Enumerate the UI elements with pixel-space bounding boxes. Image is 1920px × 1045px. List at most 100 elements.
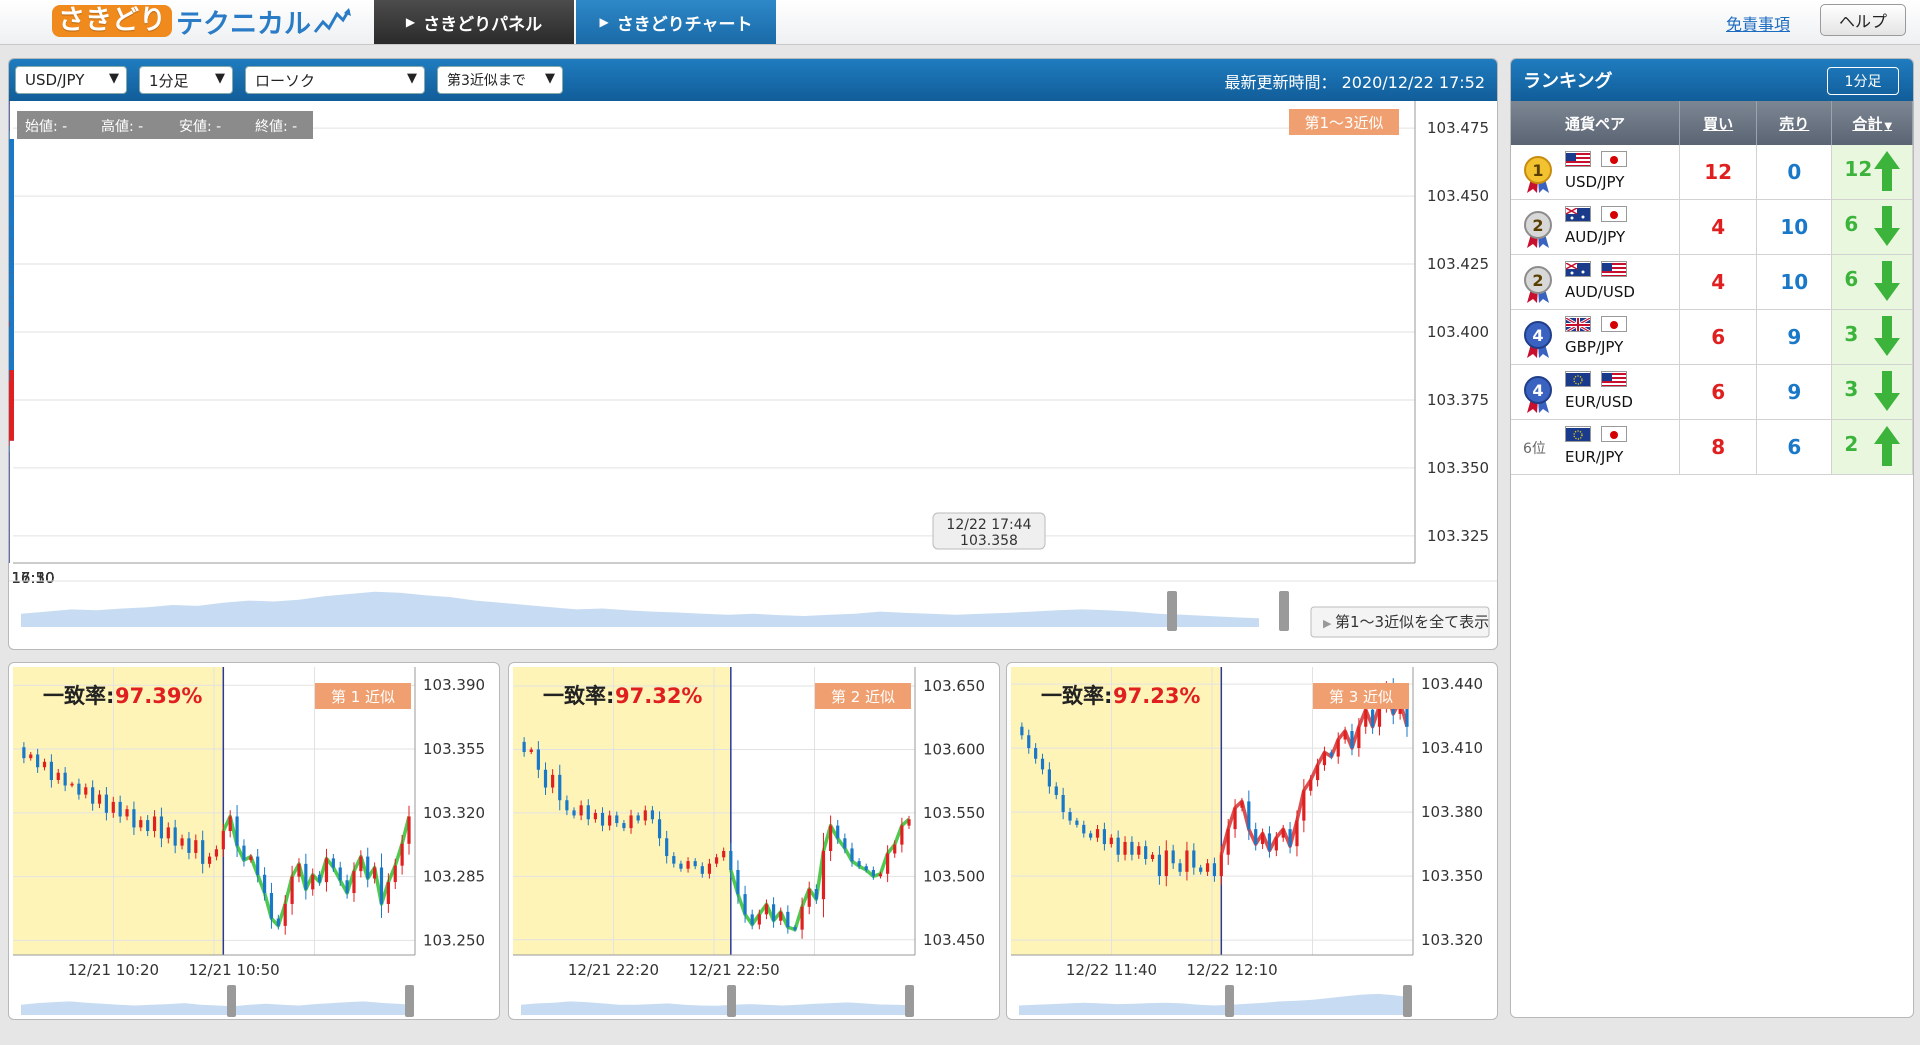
candle-body bbox=[829, 825, 833, 851]
cell-pair: 2 AUD/JPY bbox=[1511, 199, 1681, 255]
logo[interactable]: さきどり テクニカル bbox=[52, 4, 353, 40]
y-tick-label: 103.350 bbox=[1421, 867, 1483, 885]
ranking-title: ランキング bbox=[1523, 71, 1613, 92]
candle-body bbox=[42, 761, 47, 768]
pattern-window-shading bbox=[513, 667, 731, 955]
help-button[interactable]: ヘルプ bbox=[1820, 4, 1906, 36]
candle-body bbox=[1240, 801, 1244, 808]
cell-buy: 12 bbox=[1679, 145, 1758, 200]
candle-body bbox=[1199, 867, 1203, 872]
candle-body bbox=[1295, 820, 1299, 847]
candle-body bbox=[9, 413, 14, 425]
approx-chart-1-overview[interactable] bbox=[21, 985, 414, 1017]
candle-body bbox=[771, 904, 776, 921]
candle-body bbox=[1150, 854, 1155, 859]
disclaimer-link[interactable]: 免責事項 bbox=[1726, 11, 1790, 35]
timeframe-select[interactable]: 1分足 ▼ bbox=[139, 66, 233, 94]
ranking-timeframe-button[interactable]: 1分足 bbox=[1827, 67, 1899, 95]
candle-body bbox=[1116, 837, 1120, 855]
pair-select-value: USD/JPY bbox=[25, 71, 85, 89]
candle-body bbox=[636, 815, 640, 821]
pair-flags bbox=[1565, 426, 1627, 442]
match-rate-3: 一致率: 97.23% bbox=[1041, 684, 1200, 708]
candle-body bbox=[1061, 795, 1065, 813]
chart-type-select-value: ローソク bbox=[255, 71, 316, 90]
flag-au-icon bbox=[1565, 206, 1591, 222]
candle-body bbox=[139, 820, 143, 828]
nav-sakidori-panel[interactable]: ▶ さきどりパネル bbox=[374, 0, 574, 44]
candle-body bbox=[1020, 726, 1024, 736]
approx-chart-3-overview[interactable] bbox=[1019, 985, 1412, 1017]
col-header-buy[interactable]: 買い bbox=[1679, 101, 1758, 145]
candle-body bbox=[1054, 786, 1058, 795]
col-header-total-label: 合計 bbox=[1852, 114, 1883, 133]
approx-chart-2[interactable]: 一致率: 97.32% 第 2 近似 103.650 103.600 103.550… bbox=[509, 663, 999, 1019]
ranking-row[interactable]: 2 AUD/JPY 4 10 6 bbox=[1511, 199, 1913, 255]
ranking-row[interactable]: 4 GBP/JPY 6 9 3 bbox=[1511, 309, 1913, 365]
candle-body bbox=[111, 801, 115, 813]
price-tooltip: 12/22 17:44 103.358 bbox=[932, 512, 1046, 550]
ranking-row[interactable]: 6位 EUR/JPY 8 6 2 bbox=[1511, 419, 1913, 475]
y-tick-label: 103.355 bbox=[423, 740, 485, 758]
approx-select[interactable]: 第3近似まで ▼ bbox=[437, 66, 563, 94]
approx-chart-3[interactable]: 一致率: 97.23% 第 3 近似 103.440 103.410 103.380… bbox=[1007, 663, 1497, 1019]
chart-type-select[interactable]: ローソク ▼ bbox=[245, 66, 425, 94]
candle-body bbox=[132, 809, 136, 828]
ohlc-box: 始値: - 高値: - 安値: - 終値: - bbox=[17, 111, 313, 139]
match-rate-value: 97.23% bbox=[1113, 684, 1200, 708]
candle-body bbox=[551, 774, 555, 788]
y-tick-label: 103.450 bbox=[1427, 187, 1489, 205]
candle-body bbox=[63, 772, 67, 786]
candle-body bbox=[152, 816, 157, 832]
x-tick-label: 12/22 17:30 bbox=[9, 569, 55, 587]
approx-chart-1[interactable]: 一致率: 97.39% 第 1 近似 103.390 103.355 103.320… bbox=[9, 663, 499, 1019]
overview-handle-left bbox=[1225, 985, 1234, 1017]
tooltip-price: 103.358 bbox=[960, 533, 1018, 549]
candle-body bbox=[29, 754, 33, 759]
candle-body bbox=[1288, 829, 1292, 847]
pair-name: EUR/USD bbox=[1565, 393, 1633, 411]
ranking-row[interactable]: 2 AUD/USD 4 10 6 bbox=[1511, 254, 1913, 310]
candle-body bbox=[180, 838, 184, 846]
cell-pair: 4 EUR/USD bbox=[1511, 364, 1681, 420]
candle-body bbox=[187, 838, 191, 853]
ranking-header: ランキング 1分足 bbox=[1511, 59, 1913, 101]
approx-chart-1-background bbox=[13, 667, 415, 955]
candle-body bbox=[290, 876, 294, 904]
col-header-sell[interactable]: 売り bbox=[1756, 101, 1833, 145]
ranking-row[interactable]: 4 EUR/USD 6 9 3 bbox=[1511, 364, 1913, 420]
y-tick-label: 103.550 bbox=[923, 804, 985, 822]
approx-chart-2-overview[interactable] bbox=[521, 985, 914, 1017]
candle-body bbox=[878, 873, 883, 877]
flag-us-icon bbox=[1565, 151, 1591, 167]
candle-body bbox=[1281, 829, 1285, 838]
nav-sakidori-chart[interactable]: ▶ さきどりチャート bbox=[576, 0, 776, 44]
candle-body bbox=[1309, 780, 1313, 791]
candle-body bbox=[1343, 731, 1347, 740]
top-bar: さきどり テクニカル ▶ さきどりパネル ▶ さきどりチャート 免責事項 ヘルプ bbox=[0, 0, 1920, 45]
candle-body bbox=[276, 918, 280, 926]
total-value: 6 bbox=[1844, 212, 1859, 236]
pair-select[interactable]: USD/JPY ▼ bbox=[15, 66, 127, 94]
pair-name: AUD/USD bbox=[1565, 283, 1635, 301]
candle-body bbox=[70, 783, 74, 786]
rank-medal-icon: 2 bbox=[1524, 211, 1552, 248]
candle-body bbox=[1130, 841, 1134, 855]
range-badge-label: 第1〜3近似 bbox=[1304, 114, 1383, 132]
overview-handle-left bbox=[227, 985, 236, 1017]
candle-body bbox=[379, 867, 384, 904]
main-overview-navigator[interactable] bbox=[9, 580, 1497, 631]
col-header-total[interactable]: 合計 ▼ bbox=[1831, 101, 1913, 145]
show-all-button[interactable]: ▶ 第1〜3近似を全て表示 bbox=[1310, 606, 1490, 638]
candle-body bbox=[615, 815, 619, 824]
candle-body bbox=[345, 880, 349, 894]
candle-body bbox=[9, 139, 14, 175]
x-tick-label: 12/21 22:20 bbox=[568, 961, 659, 979]
main-chart[interactable]: 103.475 103.450 103.425 103.400 103.375 103.3… bbox=[9, 101, 1497, 649]
total-value: 12 bbox=[1844, 157, 1873, 181]
ranking-row[interactable]: 1 USD/JPY 12 0 12 bbox=[1511, 145, 1913, 200]
candle-body bbox=[283, 903, 287, 926]
chevron-down-icon: ▼ bbox=[545, 71, 555, 86]
candle-body bbox=[1329, 752, 1333, 757]
candle-body bbox=[743, 894, 747, 915]
